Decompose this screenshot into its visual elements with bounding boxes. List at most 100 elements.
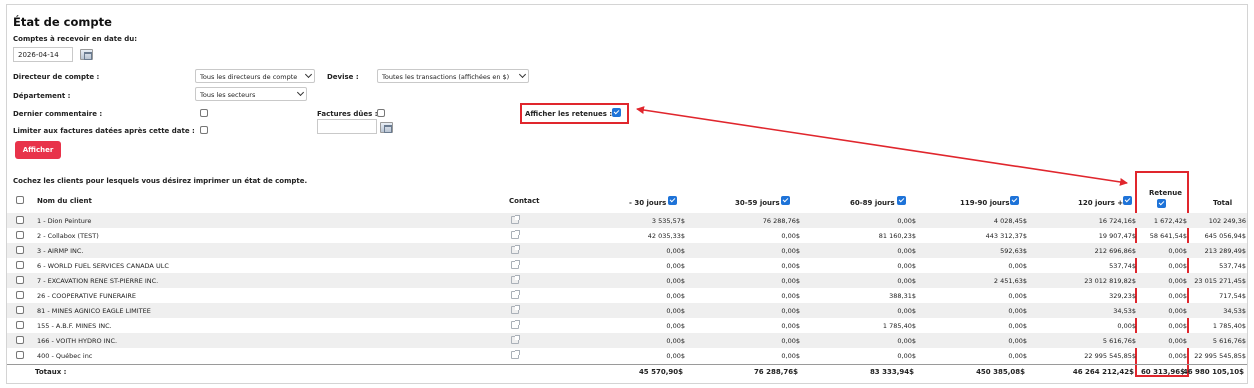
- totals-divider: [7, 364, 1247, 365]
- d119-90-column-checkbox[interactable]: [1010, 196, 1019, 205]
- row-checkbox[interactable]: [16, 246, 24, 254]
- cell-d119-90: 2 451,63$: [993, 277, 1027, 285]
- date-input[interactable]: 2026-04-14: [13, 47, 73, 62]
- row-checkbox[interactable]: [16, 231, 24, 239]
- table-row: 1 - Dion Peinture 3 535,57$ 76 288,76$ 0,00…: [7, 213, 1247, 228]
- cell-d60-89: 1 785,40$: [882, 322, 916, 330]
- last-comment-checkbox[interactable]: [200, 109, 208, 117]
- d30-column-checkbox[interactable]: [668, 196, 677, 205]
- row-checkbox[interactable]: [16, 216, 24, 224]
- column-header-d119-90: 119-90 jours: [960, 199, 1010, 207]
- row-checkbox[interactable]: [16, 306, 24, 314]
- column-header-client[interactable]: Nom du client: [37, 197, 92, 205]
- due-invoices-checkbox[interactable]: [377, 109, 385, 117]
- table-row: 26 - COOPERATIVE FUNERAIRE 0,00$ 0,00$ 388,…: [7, 288, 1247, 303]
- total-retenue: 60 313,96$: [1140, 368, 1185, 376]
- client-name: 166 - VOITH HYDRO INC.: [37, 337, 118, 345]
- total-d30-59: 76 288,76$: [753, 368, 798, 376]
- d30-59-column-checkbox[interactable]: [781, 196, 790, 205]
- cell-d119-90: 592,63$: [1000, 247, 1027, 255]
- contact-link-icon[interactable]: [511, 335, 520, 344]
- department-label: Département :: [13, 92, 71, 100]
- calendar-icon[interactable]: [380, 122, 393, 133]
- client-name: 2 - Collabox (TEST): [37, 232, 99, 240]
- cell-d60-89: 0,00$: [897, 277, 916, 285]
- contact-link-icon[interactable]: [511, 290, 520, 299]
- cell-retenue: 0,00$: [1168, 337, 1187, 345]
- contact-link-icon[interactable]: [511, 320, 520, 329]
- client-name: 26 - COOPERATIVE FUNERAIRE: [37, 292, 136, 300]
- cell-total: 645 056,94$: [1204, 232, 1246, 240]
- cell-d60-89: 0,00$: [897, 262, 916, 270]
- contact-link-icon[interactable]: [511, 275, 520, 284]
- cell-d120: 5 616,76$: [1102, 337, 1136, 345]
- row-checkbox[interactable]: [16, 336, 24, 344]
- account-statement-panel: État de compte Comptes à recevoir en dat…: [6, 4, 1248, 384]
- cell-d60-89: 0,00$: [897, 247, 916, 255]
- d120-column-checkbox[interactable]: [1123, 196, 1132, 205]
- cell-d30: 0,00$: [666, 277, 685, 285]
- total-grand: 46 980 105,10$: [1182, 368, 1244, 376]
- cell-d119-90: 443 312,37$: [985, 232, 1027, 240]
- cell-d119-90: 0,00$: [1008, 322, 1027, 330]
- column-header-total: Total: [1213, 199, 1233, 207]
- calendar-icon[interactable]: [80, 49, 93, 60]
- cell-d30-59: 0,00$: [781, 247, 800, 255]
- cell-d120: 329,23$: [1109, 292, 1136, 300]
- currency-select[interactable]: Toutes les transactions (affichées en $): [377, 69, 529, 83]
- contact-link-icon[interactable]: [511, 215, 520, 224]
- cell-total: 717,54$: [1219, 292, 1246, 300]
- select-all-checkbox[interactable]: [16, 196, 24, 204]
- total-d120: 46 264 212,42$: [1072, 368, 1134, 376]
- cell-d30: 3 535,57$: [651, 217, 685, 225]
- show-retentions-checkbox[interactable]: [612, 108, 621, 117]
- cell-d30-59: 0,00$: [781, 262, 800, 270]
- contact-link-icon[interactable]: [511, 230, 520, 239]
- contact-link-icon[interactable]: [511, 260, 520, 269]
- client-name: 1 - Dion Peinture: [37, 217, 92, 225]
- column-header-d30: - 30 jours: [629, 199, 666, 207]
- cell-d119-90: 4 028,45$: [993, 217, 1027, 225]
- cell-d30: 0,00$: [666, 352, 685, 360]
- contact-link-icon[interactable]: [511, 245, 520, 254]
- client-name: 3 - AIRMP INC.: [37, 247, 84, 255]
- row-checkbox[interactable]: [16, 261, 24, 269]
- client-name: 155 - A.B.F. MINES INC.: [37, 322, 112, 330]
- cell-retenue: 0,00$: [1168, 292, 1187, 300]
- row-checkbox[interactable]: [16, 321, 24, 329]
- table-row: 81 - MINES AGNICO EAGLE LIMITEE 0,00$ 0,00…: [7, 303, 1247, 318]
- cell-d30: 0,00$: [666, 307, 685, 315]
- client-name: 7 - EXCAVATION RENE ST-PIERRE INC.: [37, 277, 159, 285]
- cell-d30-59: 0,00$: [781, 322, 800, 330]
- totals-label: Totaux :: [35, 368, 67, 376]
- column-header-d60-89: 60-89 jours: [850, 199, 895, 207]
- cell-d119-90: 0,00$: [1008, 352, 1027, 360]
- cell-total: 23 015 271,45$: [1194, 277, 1246, 285]
- row-checkbox[interactable]: [16, 291, 24, 299]
- department-value: Tous les secteurs: [200, 91, 256, 99]
- cell-d30-59: 0,00$: [781, 352, 800, 360]
- show-button[interactable]: Afficher: [15, 141, 61, 159]
- cell-d60-89: 0,00$: [897, 337, 916, 345]
- column-header-contact: Contact: [509, 197, 540, 205]
- limit-date-checkbox[interactable]: [200, 126, 208, 134]
- cell-d30: 0,00$: [666, 262, 685, 270]
- row-checkbox[interactable]: [16, 351, 24, 359]
- cell-total: 537,74$: [1219, 262, 1246, 270]
- cell-d60-89: 0,00$: [897, 352, 916, 360]
- account-director-select[interactable]: Tous les directeurs de compte: [195, 69, 315, 83]
- department-select[interactable]: Tous les secteurs: [195, 87, 307, 101]
- row-checkbox[interactable]: [16, 276, 24, 284]
- column-header-retenue: Retenue: [1149, 189, 1182, 197]
- contact-link-icon[interactable]: [511, 305, 520, 314]
- client-name: 6 - WORLD FUEL SERVICES CANADA ULC: [37, 262, 169, 270]
- limit-date-input[interactable]: [317, 119, 377, 134]
- table-row: 3 - AIRMP INC. 0,00$ 0,00$ 0,00$ 592,63$ 212 …: [7, 243, 1247, 258]
- retenue-column-checkbox[interactable]: [1157, 199, 1166, 208]
- d60-89-column-checkbox[interactable]: [897, 196, 906, 205]
- column-header-d60-89-label: 60-89 jours: [850, 199, 895, 207]
- cell-d30-59: 0,00$: [781, 277, 800, 285]
- contact-link-icon[interactable]: [511, 350, 520, 359]
- chevron-down-icon: [518, 70, 527, 79]
- cell-d60-89: 388,31$: [889, 292, 916, 300]
